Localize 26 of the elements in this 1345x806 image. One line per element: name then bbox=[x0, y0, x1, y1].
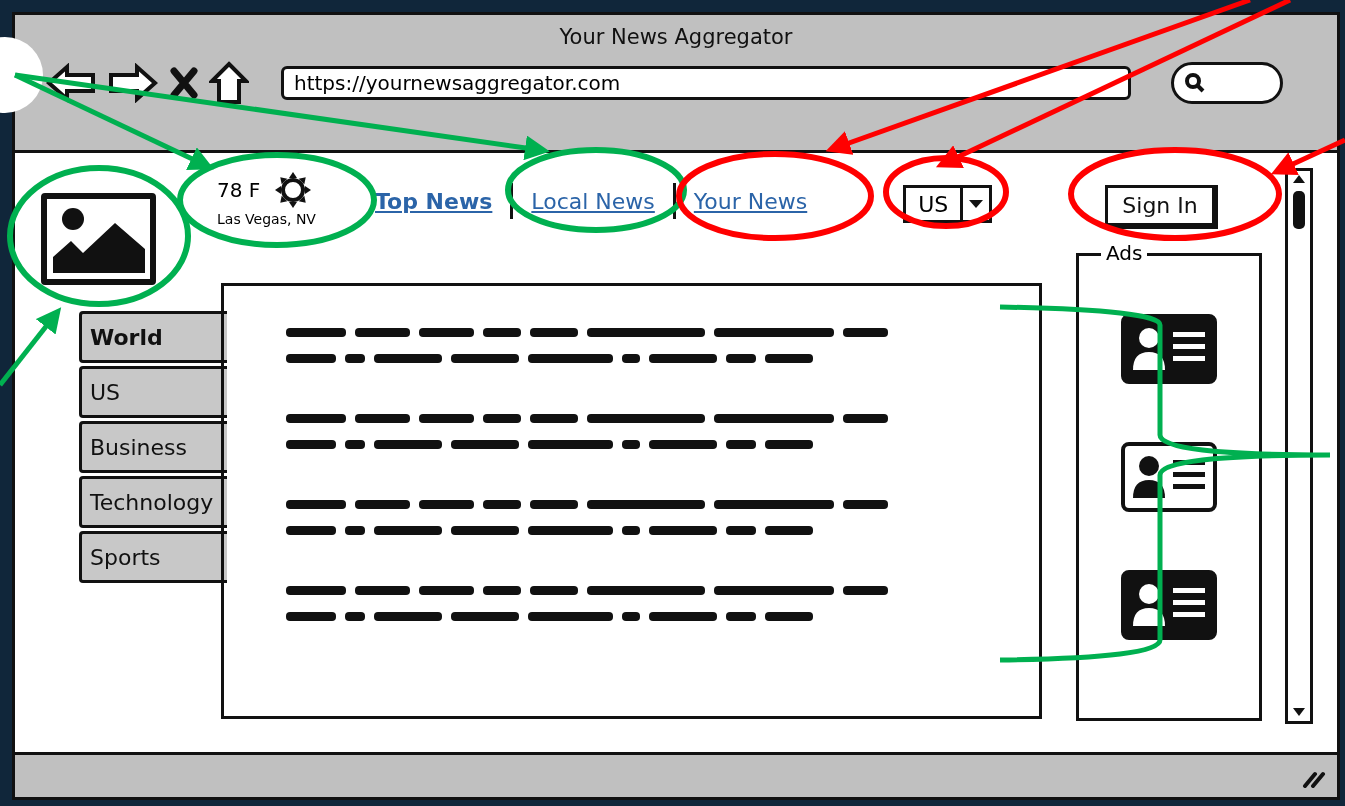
sun-icon bbox=[274, 171, 313, 209]
search-field[interactable] bbox=[1171, 62, 1283, 104]
location-text: Las Vegas, NV bbox=[217, 211, 316, 227]
sign-in-button[interactable]: Sign In bbox=[1105, 185, 1218, 229]
category-tab[interactable]: US bbox=[79, 366, 227, 418]
category-tab[interactable]: Business bbox=[79, 421, 227, 473]
nav-link[interactable]: Your News bbox=[685, 188, 816, 214]
region-dropdown[interactable]: US bbox=[903, 185, 993, 223]
search-icon bbox=[1184, 72, 1206, 94]
home-icon[interactable] bbox=[209, 61, 249, 105]
temperature-text: 78 F bbox=[217, 178, 261, 202]
scrollbar[interactable] bbox=[1285, 168, 1313, 724]
category-tab[interactable]: World bbox=[79, 311, 227, 363]
id-card-icon bbox=[1121, 314, 1217, 386]
stop-icon[interactable] bbox=[169, 66, 199, 100]
nav-link[interactable]: Local News bbox=[523, 188, 663, 214]
image-placeholder-icon bbox=[41, 193, 156, 285]
id-card-icon bbox=[1121, 570, 1217, 642]
forward-icon[interactable] bbox=[107, 63, 159, 103]
category-tab[interactable]: Technology bbox=[79, 476, 227, 528]
nav-link[interactable]: Top News bbox=[367, 188, 501, 214]
url-field[interactable]: https://yournewsaggregator.com bbox=[281, 66, 1131, 100]
category-tab[interactable]: Sports bbox=[79, 531, 227, 583]
id-card-icon bbox=[1121, 442, 1217, 514]
window-title: Your News Aggregator bbox=[558, 25, 794, 49]
caret-icon bbox=[969, 200, 984, 208]
